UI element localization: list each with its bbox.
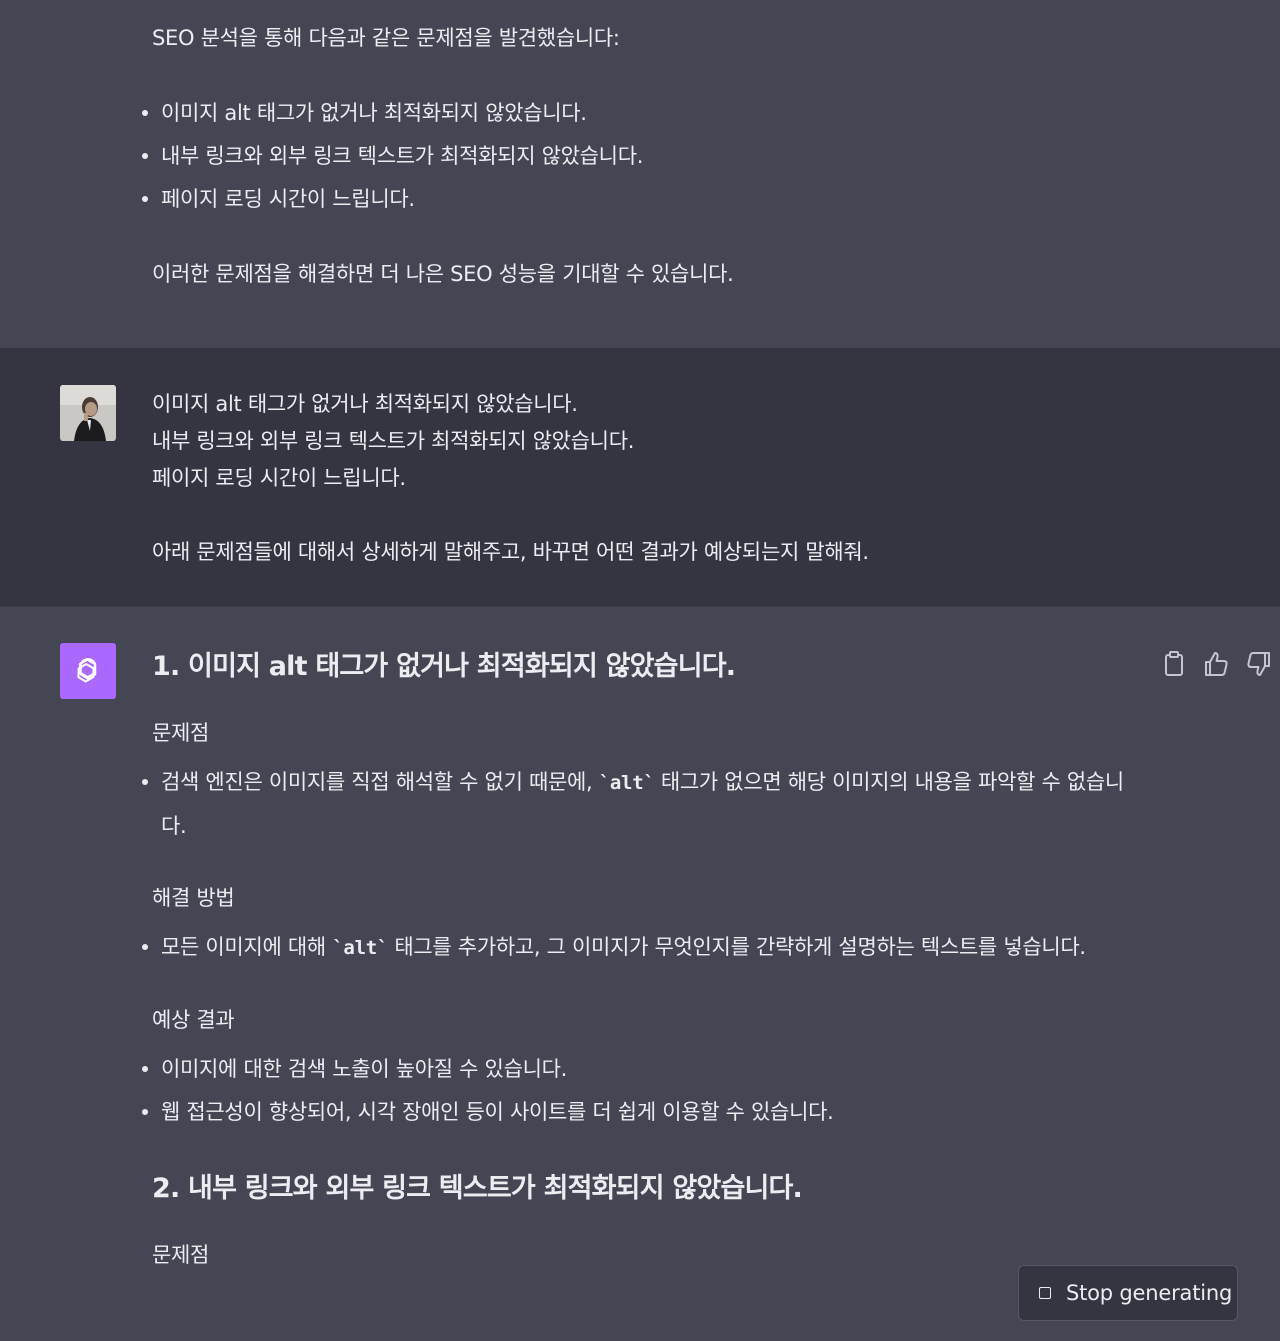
list-item: 이미지 alt 태그가 없거나 최적화되지 않았습니다. (142, 92, 1140, 135)
prev-assistant-bullet-list: 이미지 alt 태그가 없거나 최적화되지 않았습니다. 내부 링크와 외부 링… (142, 92, 1140, 221)
user-photo-image (60, 385, 116, 441)
stop-generating-label: Stop generating (1066, 1281, 1233, 1305)
clipboard-icon (1165, 651, 1183, 676)
prev-assistant-intro: SEO 분석을 통해 다음과 같은 문제점을 발견했습니다: (152, 26, 620, 50)
copy-button[interactable] (1160, 649, 1188, 679)
assistant-avatar (60, 643, 116, 699)
problem-label: 문제점 (152, 721, 210, 745)
prev-assistant-content: SEO 분석을 통해 다음과 같은 문제점을 발견했습니다: 이미지 alt 태… (142, 20, 1140, 293)
assistant-content: 1. 이미지 alt 태그가 없거나 최적화되지 않았습니다. 문제점 검색 엔… (142, 647, 1140, 1273)
section-heading: 1. 이미지 alt 태그가 없거나 최적화되지 않았습니다. (152, 651, 736, 682)
like-button[interactable] (1202, 649, 1230, 679)
solution-list: 모든 이미지에 대해 `alt` 태그를 추가하고, 그 이미지가 무엇인지를 … (142, 926, 1140, 970)
user-content: 이미지 alt 태그가 없거나 최적화되지 않았습니다. 내부 링크와 외부 링… (152, 386, 1140, 571)
thumbs-down-icon (1247, 652, 1270, 676)
prev-assistant-conclusion: 이러한 문제점을 해결하면 더 나은 SEO 성능을 기대할 수 있습니다. (152, 262, 734, 286)
list-item: 모든 이미지에 대해 `alt` 태그를 추가하고, 그 이미지가 무엇인지를 … (142, 926, 1140, 970)
section-heading: 2. 내부 링크와 외부 링크 텍스트가 최적화되지 않았습니다. (152, 1173, 803, 1204)
thumbs-up-icon (1205, 652, 1228, 676)
stop-generating-button[interactable]: Stop generating (1018, 1265, 1238, 1321)
result-label: 예상 결과 (152, 1008, 235, 1032)
message-actions (1160, 649, 1280, 685)
user-message: 이미지 alt 태그가 없거나 최적화되지 않았습니다. 내부 링크와 외부 링… (0, 348, 1280, 607)
list-item: 검색 엔진은 이미지를 직접 해석할 수 없기 때문에, `alt` 태그가 없… (142, 761, 1140, 848)
prev-assistant-message: SEO 분석을 통해 다음과 같은 문제점을 발견했습니다: 이미지 alt 태… (0, 0, 1280, 348)
inline-code: `alt` (598, 772, 655, 794)
problem-label: 문제점 (152, 1243, 210, 1267)
assistant-message: 1. 이미지 alt 태그가 없거나 최적화되지 않았습니다. 문제점 검색 엔… (0, 607, 1280, 1341)
dislike-button[interactable] (1245, 649, 1273, 679)
inline-code: `alt` (332, 937, 388, 959)
list-item: 이미지에 대한 검색 노출이 높아질 수 있습니다. (142, 1048, 1140, 1091)
list-item: 내부 링크와 외부 링크 텍스트가 최적화되지 않았습니다. (142, 135, 1140, 178)
result-list: 이미지에 대한 검색 노출이 높아질 수 있습니다. 웹 접근성이 향상되어, … (142, 1048, 1140, 1134)
user-line: 이미지 alt 태그가 없거나 최적화되지 않았습니다. (152, 392, 578, 416)
user-line: 페이지 로딩 시간이 느립니다. (152, 466, 406, 490)
problem-list: 검색 엔진은 이미지를 직접 해석할 수 없기 때문에, `alt` 태그가 없… (142, 761, 1140, 848)
user-line: 내부 링크와 외부 링크 텍스트가 최적화되지 않았습니다. (152, 429, 635, 453)
list-item: 페이지 로딩 시간이 느립니다. (142, 178, 1140, 221)
list-item: 웹 접근성이 향상되어, 시각 장애인 등이 사이트를 더 쉽게 이용할 수 있… (142, 1091, 1140, 1134)
solution-label: 해결 방법 (152, 886, 235, 910)
stop-square-icon (1039, 1287, 1051, 1299)
user-request: 아래 문제점들에 대해서 상세하게 말해주고, 바꾸면 어떤 결과가 예상되는지… (152, 540, 869, 564)
openai-logo-icon (77, 658, 97, 683)
user-avatar (60, 385, 116, 441)
